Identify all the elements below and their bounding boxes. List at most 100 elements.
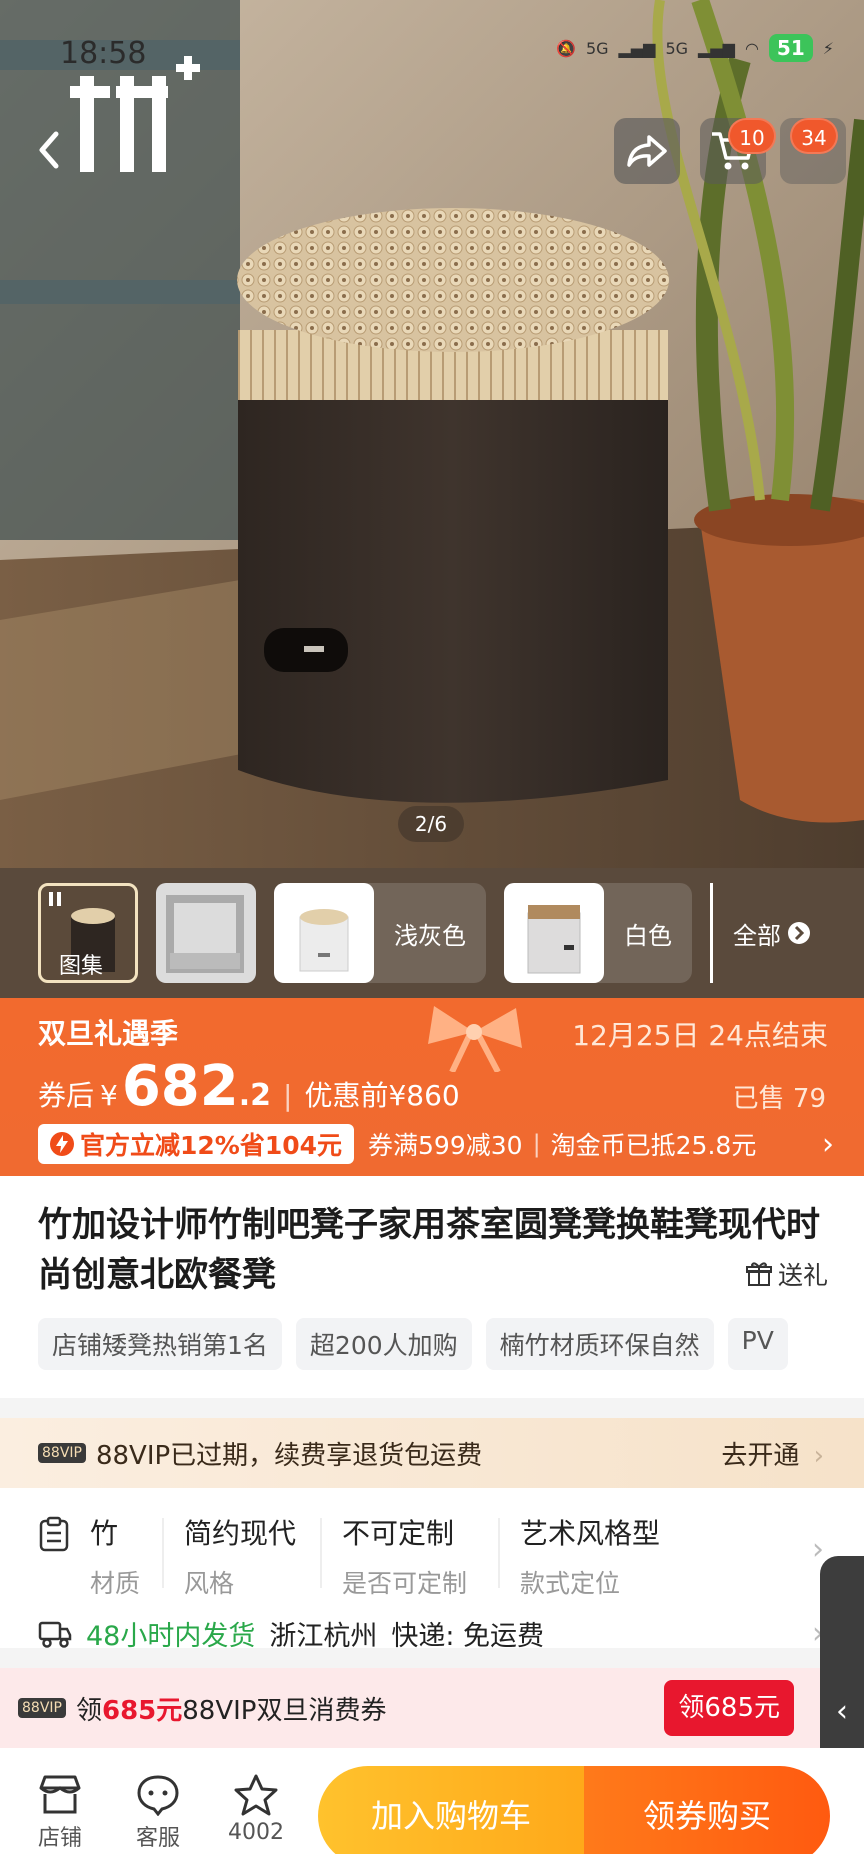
network-label-1: 5G <box>585 38 609 58</box>
price-main: 682 <box>121 1054 239 1119</box>
product-hero-image[interactable]: 18:58 🔕 5G ▂▄▆ 5G ▂▄▆ ◠ 51 ⚡ 10 34 2/6 <box>0 0 864 878</box>
thumb-image <box>274 883 374 983</box>
vip-coupon-bar[interactable]: 88VIP 领685元88VIP双旦消费券 领685元 <box>0 1668 864 1748</box>
stool-gray-thumb-icon <box>527 905 581 974</box>
truck-icon <box>38 1621 72 1648</box>
shipping-express: 快递: 免运费 <box>391 1621 545 1652</box>
divider <box>320 1518 322 1588</box>
clipboard-icon <box>39 1516 69 1552</box>
attribute-style: 简约现代 风格 <box>184 1512 296 1600</box>
wifi-icon: ◠ <box>744 38 759 58</box>
coupon-amount: 685元 <box>101 1695 183 1726</box>
mute-icon: 🔕 <box>556 38 576 58</box>
chevron-left-icon: ‹ <box>836 1694 848 1729</box>
chevron-right-icon: › <box>812 1532 824 1567</box>
battery-indicator: 51 <box>768 34 813 62</box>
price-before-discount: 优惠前¥860 <box>304 1079 460 1112</box>
thumb-detail[interactable] <box>156 883 256 983</box>
claim-coupon-button[interactable]: 领685元 <box>664 1680 794 1736</box>
thumb-gallery[interactable]: 图集 <box>38 883 138 983</box>
vip-action[interactable]: 去开通 › <box>721 1435 824 1472</box>
promo-chips: 官方立减12%省104元 券满599减30 | 淘金币已抵25.8元 › <box>38 1124 834 1164</box>
vip-text: 88VIP已过期，续费享退货包运费 <box>95 1440 483 1471</box>
coin-info: 淘金币已抵25.8元 <box>550 1131 757 1160</box>
event-title: 双旦礼遇季 <box>38 1017 179 1050</box>
attribute-key: 是否可定制 <box>342 1569 468 1598</box>
attribute-material: 竹 材质 <box>90 1512 140 1600</box>
shop-button[interactable]: 店铺 <box>20 1770 100 1852</box>
thumbnail-strip: 图集 浅灰色 白色 全部 <box>0 868 864 998</box>
chevron-right-circle-icon <box>788 922 810 944</box>
favorite-icon-wrap <box>216 1770 296 1820</box>
price-row: 券后 ¥ 682 .2 | 优惠前¥860 <box>38 1054 460 1119</box>
product-title-card: 竹加设计师竹制吧凳子家用茶室圆凳凳换鞋凳现代时尚创意北欧餐凳 送礼 店铺矮凳热销… <box>0 1176 864 1398</box>
product-page: 18:58 🔕 5G ▂▄▆ 5G ▂▄▆ ◠ 51 ⚡ 10 34 2/6 图… <box>0 0 864 1854</box>
coupon-prefix: 领 <box>75 1695 102 1726</box>
gallery-label: 图集 <box>59 954 104 979</box>
bottom-action-bar: 店铺 客服 4002 加入购物车 领券购买 <box>0 1748 864 1854</box>
coupon-suffix: 88VIP双旦消费券 <box>182 1695 387 1726</box>
brand-logo <box>66 56 206 176</box>
service-label: 客服 <box>135 1826 180 1851</box>
signal-icon: ▂▄▆ <box>698 38 735 58</box>
attribute-value: 艺术风格型 <box>520 1517 661 1550</box>
bamboo-logo-icon <box>70 56 200 172</box>
more-badge: 34 <box>790 118 838 154</box>
color-option-label: 浅灰色 <box>394 921 466 950</box>
vip-badge: 88VIP <box>18 1698 66 1718</box>
view-all-label: 全部 <box>733 921 781 950</box>
price-decimal: .2 <box>238 1078 272 1113</box>
favorite-button[interactable]: 4002 <box>216 1770 296 1845</box>
customer-service-button[interactable]: 客服 <box>118 1770 198 1852</box>
image-page-indicator: 2/6 <box>398 806 464 842</box>
share-icon <box>627 135 667 167</box>
network-label-2: 5G <box>665 38 689 58</box>
gift-icon <box>745 1262 772 1286</box>
add-to-cart-button[interactable]: 加入购物车 <box>318 1766 584 1854</box>
attribute-value: 竹 <box>90 1517 119 1550</box>
official-discount-label: 官方立减12%省104元 <box>80 1131 343 1160</box>
chevron-left-icon <box>39 131 59 169</box>
product-tag[interactable]: 楠竹材质环保自然 <box>485 1318 714 1370</box>
currency-symbol: ¥ <box>100 1079 118 1112</box>
thumb-color-light-gray[interactable]: 浅灰色 <box>274 883 486 983</box>
divider <box>498 1518 500 1588</box>
product-tag[interactable]: 超200人加购 <box>295 1318 472 1370</box>
attribute-key: 材质 <box>90 1569 141 1598</box>
gift-button[interactable]: 送礼 <box>745 1256 828 1292</box>
share-button[interactable] <box>614 118 680 184</box>
shop-icon-wrap <box>20 1770 100 1820</box>
official-discount-chip: 官方立减12%省104元 <box>38 1124 355 1164</box>
service-icon-wrap <box>118 1770 198 1820</box>
vip-bar[interactable]: 88VIP 88VIP已过期，续费享退货包运费 去开通 › <box>0 1418 864 1488</box>
price-prefix: 券后 <box>38 1079 95 1112</box>
coupon-text: 领685元88VIP双旦消费券 <box>76 1690 387 1727</box>
thumb-image: 图集 <box>38 883 138 983</box>
charging-icon: ⚡ <box>822 38 834 58</box>
gift-label: 送礼 <box>777 1261 828 1290</box>
vip-badge: 88VIP <box>38 1443 86 1463</box>
attribute-customizable: 不可定制 是否可定制 <box>342 1512 467 1600</box>
thumb-color-white[interactable]: 白色 <box>504 883 692 983</box>
stool-white-thumb-icon <box>299 909 349 972</box>
back-button[interactable] <box>34 128 74 172</box>
buy-with-coupon-button[interactable]: 领券购买 <box>584 1766 830 1854</box>
product-tags: 店铺矮凳热销第1名 超200人加购 楠竹材质环保自然 PV <box>38 1318 788 1370</box>
product-tag[interactable]: 店铺矮凳热销第1名 <box>38 1318 282 1370</box>
status-icons: 🔕 5G ▂▄▆ 5G ▂▄▆ ◠ 51 ⚡ <box>556 34 834 62</box>
shipping-fast: 48小时内发货 <box>86 1621 256 1652</box>
product-tag[interactable]: PV <box>727 1318 788 1370</box>
divider <box>162 1518 164 1588</box>
shop-label: 店铺 <box>37 1826 82 1851</box>
shipping-origin: 浙江杭州 <box>269 1621 378 1652</box>
shipping-row[interactable]: 48小时内发货 浙江杭州 快递: 免运费 <box>38 1614 544 1653</box>
view-all-button[interactable]: 全部 <box>710 883 811 983</box>
coupon-rule: 券满599减30 <box>368 1131 523 1160</box>
vip-action-label: 去开通 <box>721 1440 800 1471</box>
thumb-image <box>504 883 604 983</box>
attribute-value: 简约现代 <box>184 1517 297 1550</box>
attributes-section[interactable]: 竹 材质 简约现代 风格 不可定制 是否可定制 艺术风格型 款式定位 › 48小… <box>0 1488 864 1652</box>
attribute-positioning: 艺术风格型 款式定位 <box>520 1512 660 1600</box>
promo-banner[interactable]: 双旦礼遇季 12月25日 24点结束 券后 ¥ 682 .2 | 优惠前¥860… <box>0 998 864 1176</box>
attribute-value: 不可定制 <box>342 1517 455 1550</box>
